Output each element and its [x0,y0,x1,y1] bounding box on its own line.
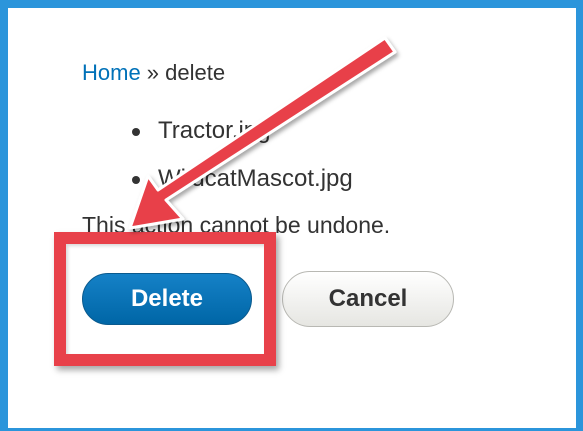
cancel-button[interactable]: Cancel [282,271,454,327]
file-list: Tractor.jpg WildcatMascot.jpg [106,114,353,210]
file-name: WildcatMascot.jpg [158,165,353,192]
warning-message: This action cannot be undone. [82,212,391,238]
breadcrumb-separator: » [140,60,166,85]
breadcrumb: Home » delete [82,58,225,88]
delete-button[interactable]: Delete [82,273,252,325]
bullet-icon [132,128,140,136]
breadcrumb-home-link[interactable]: Home [82,60,141,85]
list-item: WildcatMascot.jpg [106,162,353,210]
list-item: Tractor.jpg [106,114,353,162]
file-name: Tractor.jpg [158,117,271,144]
breadcrumb-current: delete [165,60,226,85]
bullet-icon [132,176,140,184]
